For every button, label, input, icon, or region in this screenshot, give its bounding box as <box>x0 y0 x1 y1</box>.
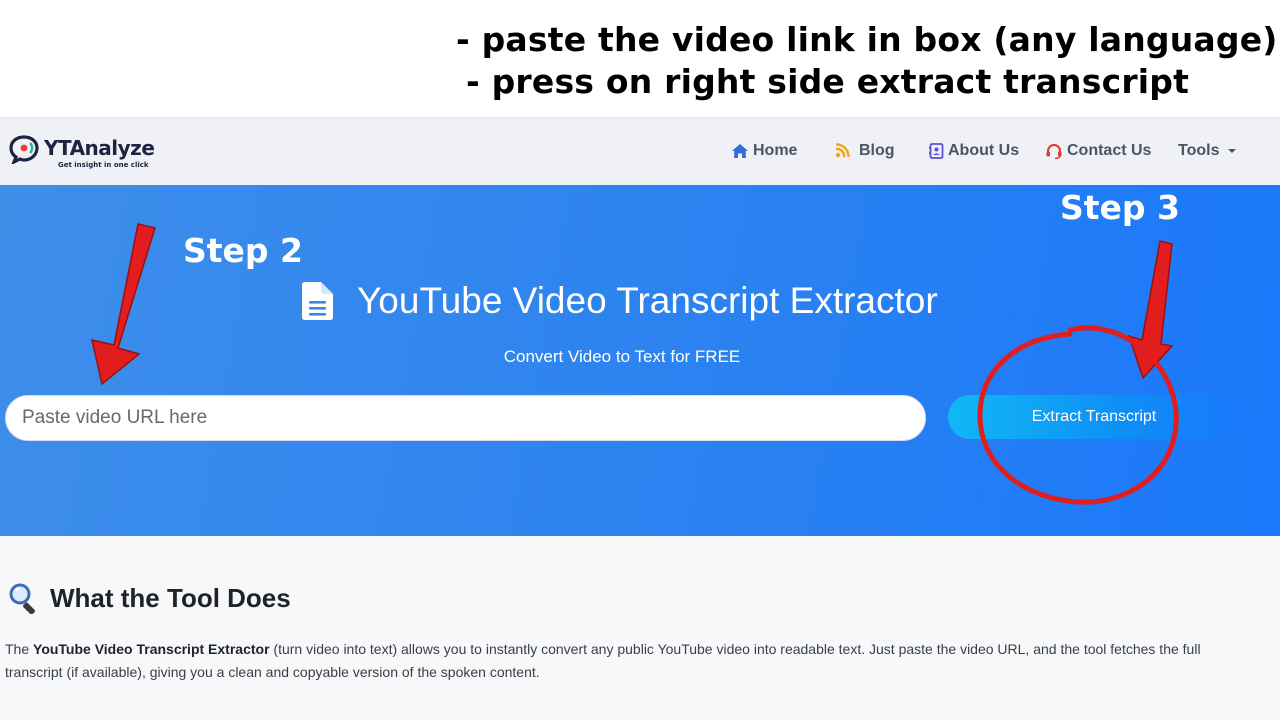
headset-icon <box>1046 144 1062 159</box>
rss-icon <box>835 143 850 158</box>
step-3-label: Step 3 <box>1060 188 1180 227</box>
page-subtitle: Convert Video to Text for FREE <box>503 347 741 366</box>
nav-contact[interactable]: Contact Us <box>1045 142 1151 160</box>
step-2-label: Step 2 <box>183 231 303 270</box>
section-description: The YouTube Video Transcript Extractor (… <box>5 638 1235 684</box>
section-title: What the Tool Does <box>8 582 291 614</box>
hero-section: Step 2 Step 3 YouTube Video Transcript E… <box>0 185 1280 536</box>
site-logo[interactable]: YTAnalyze Get insight in one click <box>8 134 168 174</box>
description-text-start: The <box>5 641 34 657</box>
nav-tools-dropdown[interactable]: Tools <box>1178 142 1237 160</box>
page-title-text: YouTube Video Transcript Extractor <box>357 280 938 321</box>
nav-contact-label: Contact Us <box>1067 142 1152 159</box>
instruction-banner: - paste the video link in box (any langu… <box>0 0 1280 117</box>
document-icon <box>302 282 333 320</box>
nav-blog-label: Blog <box>859 142 895 159</box>
instruction-line-1: - paste the video link in box (any langu… <box>456 20 1278 59</box>
content-section: What the Tool Does The YouTube Video Tra… <box>0 536 1280 720</box>
nav-home[interactable]: Home <box>731 142 797 160</box>
logo-name: YTAnalyze <box>44 136 155 160</box>
instruction-line-2: - press on right side extract transcript <box>466 62 1190 101</box>
nav-tools-label: Tools <box>1178 142 1220 159</box>
chat-bubble-icon <box>9 135 39 164</box>
video-url-input[interactable] <box>5 395 926 441</box>
page-title: YouTube Video Transcript Extractor <box>301 280 938 322</box>
nav-about[interactable]: About Us <box>929 142 1019 160</box>
section-title-text: What the Tool Does <box>50 582 291 613</box>
nav-blog[interactable]: Blog <box>833 142 895 160</box>
nav-about-label: About Us <box>948 142 1020 159</box>
nav-home-label: Home <box>753 142 798 159</box>
magnifier-icon <box>9 583 35 614</box>
logo-tagline: Get insight in one click <box>58 161 149 169</box>
extract-transcript-button[interactable]: Extract Transcript <box>948 395 1240 439</box>
navbar: YTAnalyze Get insight in one click Home … <box>0 117 1280 185</box>
address-card-icon <box>929 143 944 159</box>
caret-down-icon <box>1228 149 1237 153</box>
home-icon <box>732 144 748 158</box>
description-tool-name: YouTube Video Transcript Extractor <box>33 641 270 657</box>
